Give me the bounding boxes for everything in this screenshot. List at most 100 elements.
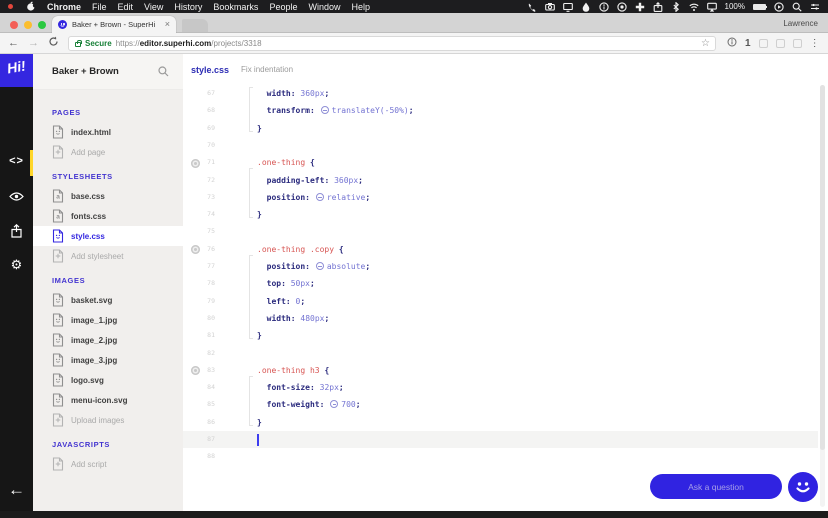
code-line[interactable]: 83 .one-thing h3 { (183, 362, 810, 379)
code-line[interactable]: 71 .one-thing { (183, 154, 810, 171)
phone-icon[interactable] (527, 2, 537, 12)
rule-marker-icon[interactable] (191, 158, 200, 168)
chrome-menu-icon[interactable]: ⋮ (810, 38, 820, 49)
code-line[interactable]: 76 .one-thing .copy { (183, 241, 810, 258)
droplet-icon[interactable] (581, 2, 591, 12)
file-item[interactable]: basket.svg (33, 290, 183, 310)
chat-smiley-button[interactable] (788, 472, 818, 502)
code-text: width: 360px; (266, 89, 330, 98)
extension-icon-muted[interactable] (775, 38, 785, 48)
menu-lines-icon[interactable] (810, 2, 820, 12)
share-upload-icon[interactable] (0, 216, 33, 246)
code-line[interactable]: 80 width: 480px; (183, 310, 810, 327)
file-item[interactable]: logo.svg (33, 370, 183, 390)
fix-indentation-button[interactable]: Fix indentation (241, 65, 293, 74)
play-circle-icon[interactable] (774, 1, 784, 12)
file-item[interactable]: a base.css (33, 186, 183, 206)
file-item[interactable]: index.html (33, 122, 183, 142)
code-line[interactable]: 88 (183, 448, 810, 465)
code-line[interactable]: 70 (183, 137, 810, 154)
code-line[interactable]: 72 padding-left: 360px; (183, 172, 810, 189)
file-item[interactable]: menu-icon.svg (33, 390, 183, 410)
code-line[interactable]: 78 top: 50px; (183, 275, 810, 292)
code-line[interactable]: 85 font-weight: 700; (183, 396, 810, 413)
ask-question-button[interactable]: Ask a question (650, 474, 782, 499)
code-line[interactable]: 68 transform: translateY(-50%); (183, 102, 810, 119)
share-icon[interactable] (653, 1, 663, 12)
back-button[interactable]: ← (8, 37, 19, 49)
code-view-icon[interactable]: <> (0, 146, 33, 176)
q-circle-icon[interactable] (616, 1, 627, 12)
code-line[interactable]: 73 position: relative; (183, 189, 810, 206)
airplay-display-icon[interactable] (706, 2, 717, 12)
window-close-button[interactable] (10, 21, 18, 29)
display-icon[interactable] (562, 2, 573, 12)
file-name: style.css (71, 231, 105, 241)
file-item[interactable]: image_1.jpg (33, 310, 183, 330)
add-item[interactable]: Add script (33, 454, 183, 474)
wifi-icon[interactable] (688, 2, 699, 12)
tab-close-icon[interactable]: × (165, 20, 170, 29)
menu-help[interactable]: Help (351, 2, 370, 12)
add-item[interactable]: Add stylesheet (33, 246, 183, 266)
camera-icon[interactable] (544, 2, 555, 12)
editor-scrollbar[interactable] (820, 85, 825, 507)
code-line[interactable]: 75 (183, 223, 810, 240)
value-dropdown-icon[interactable] (330, 400, 339, 409)
menu-people[interactable]: People (269, 2, 297, 12)
page-info-icon[interactable] (727, 34, 737, 52)
forward-button[interactable]: → (28, 37, 39, 49)
code-line[interactable]: 86} (183, 414, 810, 431)
macos-menubar: Chrome File Edit View History Bookmarks … (0, 0, 828, 13)
apple-menu-icon[interactable] (26, 1, 36, 12)
info-circle-icon[interactable] (598, 1, 609, 12)
file-item[interactable]: image_2.jpg (33, 330, 183, 350)
scrollbar-thumb[interactable] (820, 85, 825, 450)
code-area[interactable]: 67 width: 360px; 68 transform: translateY… (183, 85, 828, 511)
value-dropdown-icon[interactable] (315, 192, 324, 201)
browser-profile-name[interactable]: Lawrence (783, 19, 818, 28)
menu-history[interactable]: History (174, 2, 202, 12)
url-bar[interactable]: Secure https://editor.superhi.com/projec… (68, 35, 716, 51)
value-dropdown-icon[interactable] (315, 262, 324, 270)
menu-window[interactable]: Window (308, 2, 340, 12)
reload-button[interactable] (48, 34, 59, 52)
code-line[interactable]: 67 width: 360px; (183, 85, 810, 102)
search-icon[interactable] (158, 66, 169, 77)
extension-icon-muted[interactable] (792, 38, 802, 48)
bluetooth-icon[interactable] (671, 1, 681, 12)
code-line[interactable]: 84 font-size: 32px; (183, 379, 810, 396)
settings-gear-icon[interactable]: ⚙ (0, 250, 33, 280)
menu-bookmarks[interactable]: Bookmarks (213, 2, 258, 12)
code-line[interactable]: 87 (183, 431, 818, 449)
code-line[interactable]: 81} (183, 327, 810, 344)
code-line[interactable]: 79 left: 0; (183, 293, 810, 310)
browser-tab[interactable]: Baker + Brown - SuperHi × (52, 16, 176, 33)
code-line[interactable]: 82 (183, 345, 810, 362)
new-tab-button[interactable] (182, 19, 208, 32)
preview-eye-icon[interactable] (0, 181, 33, 211)
add-item[interactable]: Upload images (33, 410, 183, 430)
file-item[interactable]: image_3.jpg (33, 350, 183, 370)
back-arrow-icon[interactable]: ← (0, 480, 33, 500)
extension-icon-muted[interactable] (758, 38, 768, 48)
code-line[interactable]: 69} (183, 120, 810, 137)
value-dropdown-icon[interactable] (320, 106, 329, 115)
menu-edit[interactable]: Edit (118, 2, 134, 12)
search-icon[interactable] (792, 2, 802, 12)
add-item[interactable]: Add page (33, 142, 183, 162)
code-line[interactable]: 77 position: absolute; (183, 258, 810, 275)
onepassword-extension-icon[interactable]: 1 (745, 38, 751, 49)
superhi-logo[interactable]: Hi! (0, 54, 33, 87)
file-item[interactable]: style.css (33, 226, 183, 246)
plus-cross-icon[interactable] (635, 2, 645, 12)
file-item[interactable]: a fonts.css (33, 206, 183, 226)
bookmark-star-icon[interactable]: ☆ (701, 38, 710, 49)
window-zoom-button[interactable] (38, 21, 46, 29)
project-title: Baker + Brown (52, 66, 119, 77)
window-minimize-button[interactable] (24, 21, 32, 29)
menu-file[interactable]: File (92, 2, 107, 12)
menu-view[interactable]: View (144, 2, 163, 12)
code-line[interactable]: 74} (183, 206, 810, 223)
menu-chrome[interactable]: Chrome (47, 2, 81, 12)
